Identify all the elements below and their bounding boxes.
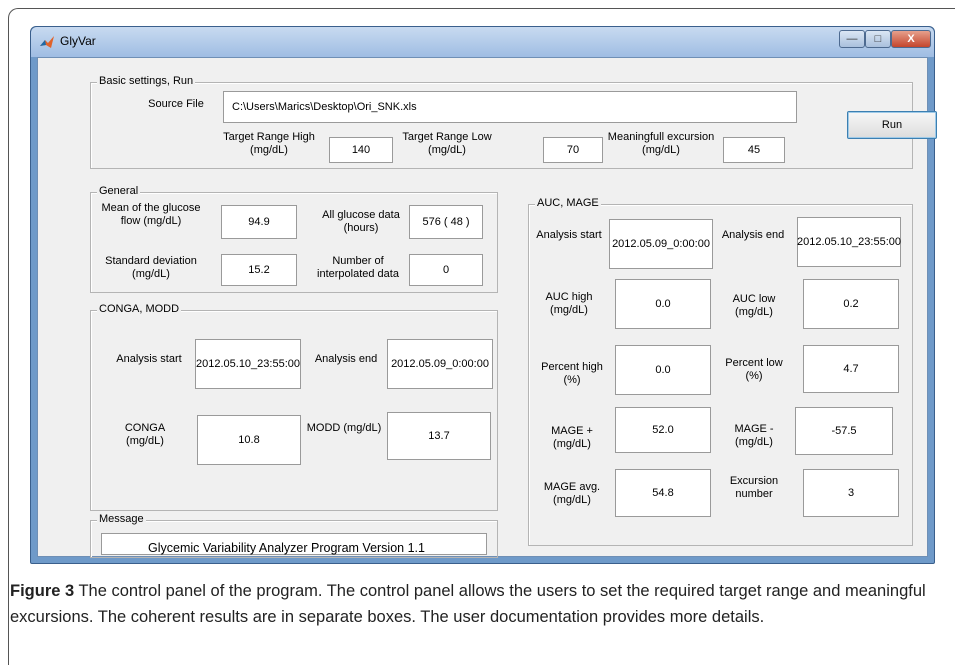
matlab-logo-icon xyxy=(40,36,54,48)
conga-start-value: 2012.05.10_23:55:00 xyxy=(195,339,301,389)
title-bar[interactable]: GlyVar — □ X xyxy=(31,27,934,57)
excursion-number-value: 3 xyxy=(803,469,899,517)
meaningful-excursion-label: Meaningfull excursion (mg/dL) xyxy=(607,131,715,156)
message-legend: Message xyxy=(97,513,146,525)
auc-mage-panel: AUC, MAGE Analysis start 2012.05.09_0:00… xyxy=(528,197,913,546)
app-window: GlyVar — □ X Basic settings, Run Source … xyxy=(30,26,937,564)
auc-high-label: AUC high (mg/dL) xyxy=(545,291,593,316)
modd-value: 13.7 xyxy=(387,412,491,460)
target-low-label: Target Range Low (mg/dL) xyxy=(402,131,492,156)
conga-start-label: Analysis start xyxy=(116,353,182,365)
conga-end-value: 2012.05.09_0:00:00 xyxy=(387,339,493,389)
window-title: GlyVar xyxy=(60,34,96,48)
caption-text: The control panel of the program. The co… xyxy=(10,582,926,626)
conga-end-label: Analysis end xyxy=(314,353,378,365)
maximize-button[interactable]: □ xyxy=(865,30,891,48)
auc-low-label: AUC low (mg/dL) xyxy=(732,293,776,318)
client-area: Basic settings, Run Source File C:\Users… xyxy=(37,57,937,558)
run-button[interactable]: Run xyxy=(847,111,937,139)
conga-value: 10.8 xyxy=(197,415,301,465)
target-high-input[interactable]: 140 xyxy=(329,137,393,163)
mean-glucose-label: Mean of the glucose flow (mg/dL) xyxy=(101,202,201,227)
meaningful-excursion-input[interactable]: 45 xyxy=(723,137,785,163)
basic-settings-legend: Basic settings, Run xyxy=(97,75,196,87)
conga-modd-panel: CONGA, MODD Analysis start 2012.05.10_23… xyxy=(90,303,498,511)
basic-settings-panel: Basic settings, Run Source File C:\Users… xyxy=(90,75,937,169)
std-dev-label: Standard deviation (mg/dL) xyxy=(105,255,197,280)
general-panel: General Mean of the glucose flow (mg/dL)… xyxy=(90,185,498,293)
target-high-label: Target Range High (mg/dL) xyxy=(223,131,315,156)
general-legend: General xyxy=(97,185,141,197)
target-low-input[interactable]: 70 xyxy=(543,137,603,163)
auc-end-value: 2012.05.10_23:55:00 xyxy=(797,217,901,267)
percent-high-label: Percent high (%) xyxy=(541,361,603,386)
mage-plus-value: 52.0 xyxy=(615,407,711,453)
figure-caption: Figure 3 The control panel of the progra… xyxy=(10,578,945,630)
all-glucose-label: All glucose data (hours) xyxy=(322,209,400,234)
excursion-number-label: Excursion number xyxy=(729,475,779,500)
auc-start-value: 2012.05.09_0:00:00 xyxy=(609,219,713,269)
all-glucose-value: 576 ( 48 ) xyxy=(409,205,483,239)
percent-low-label: Percent low (%) xyxy=(725,357,783,382)
source-file-input[interactable]: C:\Users\Marics\Desktop\Ori_SNK.xls xyxy=(223,91,797,123)
mage-avg-value: 54.8 xyxy=(615,469,711,517)
mage-minus-value: -57.5 xyxy=(795,407,893,455)
auc-end-label: Analysis end xyxy=(721,229,785,241)
figure-label: Figure 3 xyxy=(10,582,75,600)
mage-plus-label: MAGE + (mg/dL) xyxy=(551,425,593,450)
interpolated-label: Number of interpolated data xyxy=(317,255,399,280)
conga-label: CONGA (mg/dL) xyxy=(124,422,166,447)
mage-avg-label: MAGE avg. (mg/dL) xyxy=(543,481,601,506)
modd-label: MODD (mg/dL) xyxy=(306,422,382,434)
percent-high-value: 0.0 xyxy=(615,345,711,395)
minimize-button[interactable]: — xyxy=(839,30,865,48)
std-dev-value: 15.2 xyxy=(221,254,297,286)
interpolated-value: 0 xyxy=(409,254,483,286)
percent-low-value: 4.7 xyxy=(803,345,899,393)
auc-start-label: Analysis start xyxy=(536,229,602,241)
auc-mage-legend: AUC, MAGE xyxy=(535,197,601,209)
mage-minus-label: MAGE - (mg/dL) xyxy=(734,423,774,448)
source-file-label: Source File xyxy=(148,98,204,110)
auc-high-value: 0.0 xyxy=(615,279,711,329)
close-button[interactable]: X xyxy=(891,30,931,48)
mean-glucose-value: 94.9 xyxy=(221,205,297,239)
version-footer: Glycemic Variability Analyzer Program Ve… xyxy=(148,541,425,555)
auc-low-value: 0.2 xyxy=(803,279,899,329)
conga-modd-legend: CONGA, MODD xyxy=(97,303,182,315)
